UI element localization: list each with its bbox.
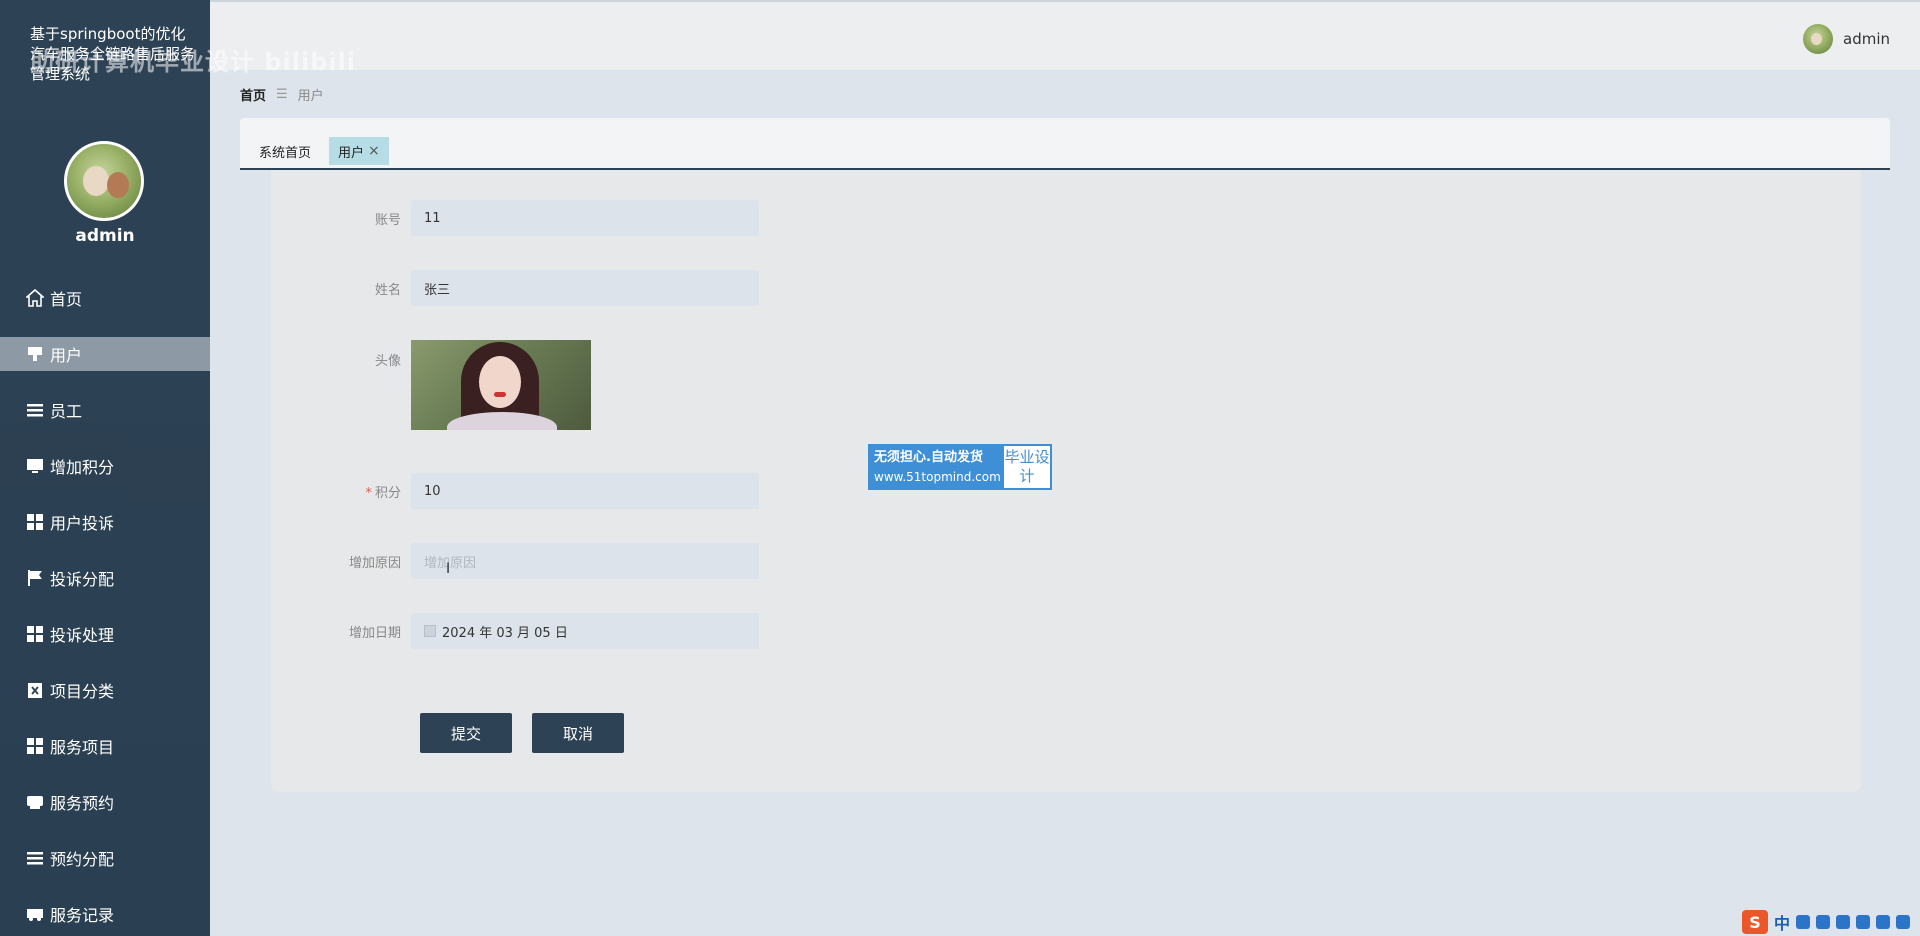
tab-label: 用户 <box>338 145 365 161</box>
top-bar: admin <box>210 0 1920 70</box>
keyboard-icon[interactable] <box>1836 915 1850 929</box>
sidebar: 基于springboot的优化汽车服务全链路售后服务管理系统 助研计算机毕业设计… <box>0 0 355 936</box>
ad-line2: www.51topmind.com <box>874 470 1001 484</box>
toolbox-icon[interactable] <box>1876 915 1890 929</box>
breadcrumb: 首页 ☰ 用户 <box>240 85 324 104</box>
reason-label: 增加原因 <box>348 555 401 571</box>
sidebar-item-label: 首页 <box>50 290 83 309</box>
avatar-row: 头像 <box>271 340 591 430</box>
car-icon <box>26 905 44 923</box>
sidebar-item-staff[interactable]: 员工 <box>0 382 210 438</box>
grid-icon <box>26 513 44 531</box>
list-icon <box>26 401 44 419</box>
reason-row: 增加原因 增加原因 <box>271 543 759 579</box>
tab-label: 系统首页 <box>259 145 312 161</box>
grid-icon <box>26 737 44 755</box>
points-label: * 积分 <box>271 482 411 501</box>
date-row: 增加日期 2024 年 03 月 05 日 <box>271 613 759 649</box>
grid-icon <box>26 625 44 643</box>
ime-icon[interactable]: S <box>1741 910 1768 934</box>
sidebar-item-service-items[interactable]: 服务项目 <box>0 718 210 774</box>
points-field[interactable]: 10 <box>411 473 759 509</box>
date-label: 增加日期 <box>348 625 401 641</box>
breadcrumb-current: 用户 <box>297 89 324 104</box>
sidebar-item-complaint-assign[interactable]: 投诉分配 <box>0 550 210 606</box>
sidebar-item-label: 投诉处理 <box>50 626 115 645</box>
submit-button[interactable]: 提交 <box>420 713 512 753</box>
sidebar-item-project-category[interactable]: 项目分类 <box>0 662 210 718</box>
points-label-text: 积分 <box>374 485 401 501</box>
monitor-icon <box>26 457 44 475</box>
sidebar-item-add-points[interactable]: 增加积分 <box>0 438 210 494</box>
account-row: 账号 11 <box>271 200 759 236</box>
sidebar-item-label: 服务预约 <box>50 794 115 813</box>
tab-bar: 系统首页 用户 × <box>240 118 1890 170</box>
calendar-icon <box>424 625 436 637</box>
sidebar-item-booking-assign[interactable]: 预约分配 <box>0 830 210 886</box>
sidebar-item-service-records[interactable]: 服务记录 <box>0 886 210 936</box>
user-menu[interactable]: admin <box>1803 24 1890 54</box>
name-label: 姓名 <box>374 282 401 298</box>
date-picker[interactable]: 2024 年 03 月 05 日 <box>411 613 759 649</box>
user-icon <box>26 345 44 363</box>
menu-icon: ☰ <box>276 87 288 102</box>
sidebar-item-label: 服务记录 <box>50 906 115 925</box>
sidebar-username: admin <box>75 226 135 246</box>
name-field[interactable]: 张三 <box>411 270 759 306</box>
punctuation-icon[interactable] <box>1796 915 1810 929</box>
ad-line1: 无须担心.自动发货 <box>874 450 983 465</box>
ad-badge: 毕业设计 <box>1004 446 1050 488</box>
list-icon <box>26 849 44 867</box>
date-value: 2024 年 03 月 05 日 <box>442 625 568 641</box>
close-icon[interactable]: × <box>368 143 380 159</box>
cancel-button[interactable]: 取消 <box>532 713 624 753</box>
sidebar-item-label: 服务项目 <box>50 738 115 757</box>
settings-icon[interactable] <box>1896 915 1910 929</box>
video-watermark: 助研计算机毕业设计 bilibili <box>30 48 357 76</box>
sidebar-item-label: 增加积分 <box>50 458 115 477</box>
avatar <box>64 141 144 221</box>
sidebar-item-service-booking[interactable]: 服务预约 <box>0 774 210 830</box>
home-icon <box>26 289 44 307</box>
sidebar-item-label: 项目分类 <box>50 682 115 701</box>
breadcrumb-home[interactable]: 首页 <box>240 85 266 104</box>
sidebar-item-label: 员工 <box>50 402 83 421</box>
flag-icon <box>26 569 44 587</box>
sidebar-item-user-complaints[interactable]: 用户投诉 <box>0 494 210 550</box>
sidebar-menu: 首页 用户 员工 增加积分 用户投诉 投诉分配 投诉处理 项目分类 服务项目 服… <box>0 270 210 936</box>
sidebar-item-label: 预约分配 <box>50 850 115 869</box>
skin-icon[interactable] <box>1856 915 1870 929</box>
sidebar-item-label: 用户投诉 <box>50 514 115 533</box>
sidebar-item-label: 用户 <box>50 346 83 365</box>
required-mark: * <box>365 485 372 501</box>
sidebar-item-home[interactable]: 首页 <box>0 270 210 326</box>
tab-system-home[interactable]: 系统首页 <box>250 137 320 165</box>
sidebar-item-user[interactable]: 用户 <box>0 337 210 371</box>
sidebar-item-label: 投诉分配 <box>50 570 115 589</box>
clipboard-icon <box>26 681 44 699</box>
sidebar-item-complaint-handle[interactable]: 投诉处理 <box>0 606 210 662</box>
ad-watermark: 无须担心.自动发货 www.51topmind.com 毕业设计 <box>868 444 1052 490</box>
avatar-image[interactable] <box>411 340 591 430</box>
reason-field[interactable]: 增加原因 <box>411 543 759 579</box>
avatar <box>1803 24 1833 54</box>
name-row: 姓名 张三 <box>271 270 759 306</box>
system-tray: S 中 <box>1660 908 1920 936</box>
account-field[interactable]: 11 <box>411 200 759 236</box>
inbox-icon <box>26 793 44 811</box>
account-label: 账号 <box>374 212 401 228</box>
text-cursor-icon: I <box>446 561 451 577</box>
points-row: * 积分 10 <box>271 473 759 509</box>
avatar-label: 头像 <box>374 354 401 369</box>
language-indicator[interactable]: 中 <box>1774 910 1790 934</box>
tab-user[interactable]: 用户 × <box>329 137 389 165</box>
microphone-icon[interactable] <box>1816 915 1830 929</box>
header-username: admin <box>1843 30 1890 48</box>
